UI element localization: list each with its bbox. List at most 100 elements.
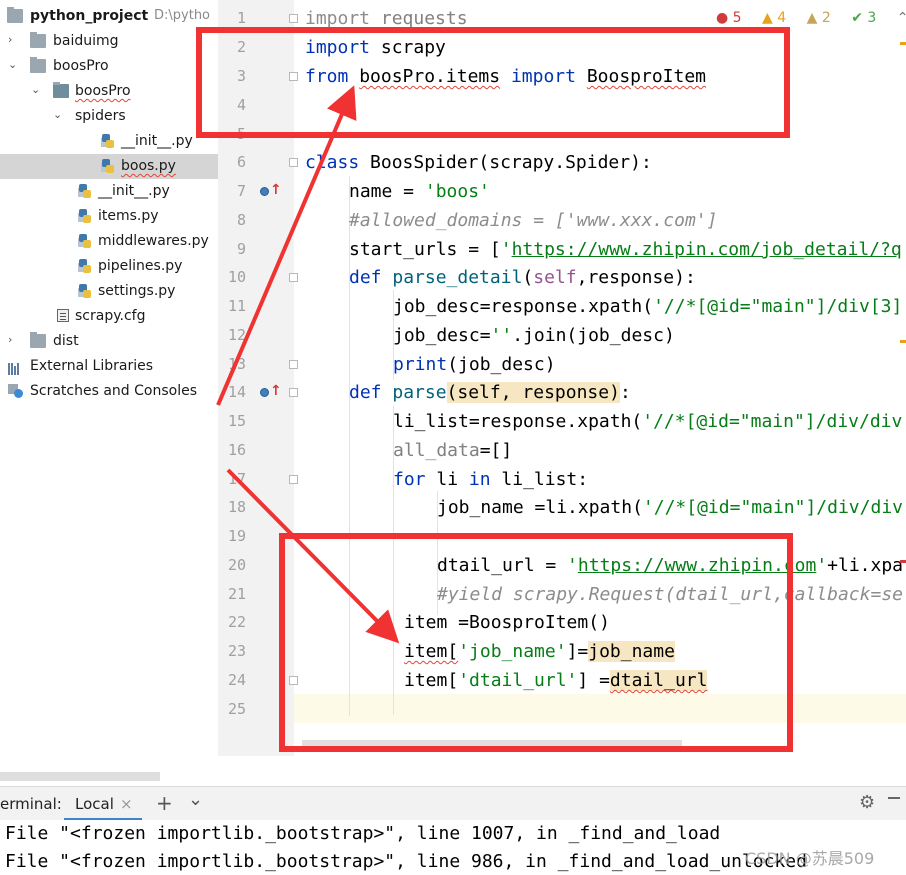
python-file-icon <box>78 184 92 199</box>
tree-item-dist[interactable]: › dist <box>0 329 218 354</box>
line-number: 22 <box>227 613 246 631</box>
line-number: 3 <box>236 67 246 85</box>
config-file-icon <box>57 309 69 322</box>
terminal-toolbar: erminal: Local × + ⌄ ⚙ <box>0 786 906 821</box>
chevron-right-icon[interactable]: › <box>8 334 18 345</box>
line-number: 23 <box>227 642 246 660</box>
tree-item-label: items.py <box>98 208 159 224</box>
fold-marker[interactable] <box>289 388 298 397</box>
code-line-15: li_list=response.xpath('//*[@id="main"]/… <box>393 411 903 432</box>
code-line-16: all_data=[] <box>393 440 513 461</box>
line-number: 8 <box>236 211 246 229</box>
line-number: 4 <box>236 96 246 114</box>
fold-marker[interactable] <box>289 360 298 369</box>
tree-item-boospro-package[interactable]: ⌄ boosPro <box>0 79 218 104</box>
gear-icon[interactable]: ⚙ <box>859 792 875 813</box>
tree-item-scratches[interactable]: Scratches and Consoles <box>0 379 218 404</box>
tree-root[interactable]: python_project D:\pytho <box>0 4 218 29</box>
tree-item-baiduimg[interactable]: › baiduimg <box>0 29 218 54</box>
tree-item-init[interactable]: __init__.py <box>0 179 218 204</box>
tree-item-label: boosPro <box>75 83 131 99</box>
error-count[interactable]: ● 5 <box>716 10 750 26</box>
folder-icon <box>30 57 46 73</box>
terminal-line: File "<frozen importlib._bootstrap>", li… <box>5 851 807 872</box>
editor-horizontal-scrollbar[interactable] <box>302 740 682 746</box>
override-icon[interactable]: ↑ <box>260 182 282 200</box>
code-line-24: item['dtail_url'] =dtail_url <box>404 670 708 691</box>
line-number: 20 <box>227 556 246 574</box>
stripe-mark[interactable] <box>900 42 906 45</box>
warning-count[interactable]: ▲ 4 <box>762 10 794 26</box>
line-number: 5 <box>236 125 246 143</box>
stripe-mark[interactable] <box>900 560 906 563</box>
tree-item-label: settings.py <box>98 283 176 299</box>
minimize-icon[interactable] <box>888 797 900 799</box>
code-line-13: print(job_desc) <box>393 354 556 375</box>
fold-marker[interactable] <box>289 158 298 167</box>
current-line-highlight <box>294 694 906 723</box>
tree-item-label: boosPro <box>53 58 109 74</box>
tree-item-external-libraries[interactable]: External Libraries <box>0 354 218 379</box>
line-number: 17 <box>227 470 246 488</box>
chevron-down-icon[interactable]: ⌄ <box>188 789 203 810</box>
line-number: 14 <box>227 383 246 401</box>
chevron-right-icon[interactable]: › <box>8 34 18 45</box>
code-editor[interactable]: ● 5 ▲ 4 ▲ 2 ✔ 3 ⌃ 1 2 3 4 5 6 7 8 9 10 1… <box>218 0 906 756</box>
tree-item-items-py[interactable]: items.py <box>0 204 218 229</box>
tree-horizontal-scrollbar[interactable] <box>0 772 160 781</box>
tree-item-boospro[interactable]: ⌄ boosPro <box>0 54 218 79</box>
override-icon[interactable]: ↑ <box>260 383 282 401</box>
chevron-down-icon[interactable]: ⌄ <box>53 109 63 120</box>
stripe-mark[interactable] <box>900 340 906 343</box>
line-number: 24 <box>227 671 246 689</box>
fold-marker[interactable] <box>289 14 298 23</box>
terminal-label: erminal: <box>0 795 62 813</box>
chevron-up-icon[interactable]: ⌃ <box>897 10 906 26</box>
python-file-icon <box>78 259 92 274</box>
tree-item-pipelines-py[interactable]: pipelines.py <box>0 254 218 279</box>
project-name: python_project <box>30 8 149 24</box>
line-number: 7 <box>236 182 246 200</box>
code-line-8: #allowed_domains = ['www.xxx.com'] <box>349 210 718 231</box>
code-line-14: def parse(self, response): <box>349 382 631 403</box>
fold-marker[interactable] <box>289 72 298 81</box>
python-file-icon <box>101 134 115 149</box>
tree-item-scrapy-cfg[interactable]: scrapy.cfg <box>0 304 218 329</box>
fold-marker[interactable] <box>289 676 298 685</box>
libraries-icon <box>8 359 24 375</box>
tree-item-label: __init__.py <box>98 183 170 199</box>
tab-local-label: Local <box>75 795 114 813</box>
tree-item-label: middlewares.py <box>98 233 209 249</box>
tree-item-middlewares-py[interactable]: middlewares.py <box>0 229 218 254</box>
weak-warning-count[interactable]: ▲ 2 <box>807 10 839 26</box>
tree-item-settings-py[interactable]: settings.py <box>0 279 218 304</box>
tree-item-label: __init__.py <box>121 133 193 149</box>
fold-marker[interactable] <box>289 475 298 484</box>
tree-item-spiders[interactable]: ⌄ spiders <box>0 104 218 129</box>
line-number: 11 <box>227 297 246 315</box>
line-number: 9 <box>236 240 246 258</box>
code-line-1: import requests <box>305 8 468 29</box>
python-file-icon <box>101 159 115 174</box>
ok-count[interactable]: ✔ 3 <box>851 10 884 26</box>
folder-icon <box>30 332 46 348</box>
code-line-11: job_desc=response.xpath('//*[@id="main"]… <box>393 296 903 317</box>
code-line-18: job_name =li.xpath('//*[@id="main"]/div/… <box>437 497 903 518</box>
chevron-down-icon[interactable]: ⌄ <box>8 59 18 70</box>
project-tree: python_project D:\pytho › baiduimg ⌄ boo… <box>0 0 218 786</box>
code-line-23: item['job_name']=job_name <box>404 641 675 662</box>
code-line-17: for li in li_list: <box>393 469 589 490</box>
add-tab-button[interactable]: + <box>156 791 173 815</box>
code-line-22: item =BoosproItem() <box>404 612 610 633</box>
line-number: 16 <box>227 441 246 459</box>
close-icon[interactable]: × <box>120 795 133 813</box>
inspection-widget[interactable]: ● 5 ▲ 4 ▲ 2 ✔ 3 ⌃ <box>716 10 906 30</box>
chevron-down-icon[interactable]: ⌄ <box>31 84 41 95</box>
line-number: 21 <box>227 585 246 603</box>
line-number: 6 <box>236 153 246 171</box>
tree-item-boos-py[interactable]: boos.py <box>0 154 218 179</box>
fold-marker[interactable] <box>289 273 298 282</box>
tree-item-spiders-init[interactable]: __init__.py <box>0 129 218 154</box>
python-file-icon <box>78 234 92 249</box>
tree-item-label: scrapy.cfg <box>75 308 146 324</box>
